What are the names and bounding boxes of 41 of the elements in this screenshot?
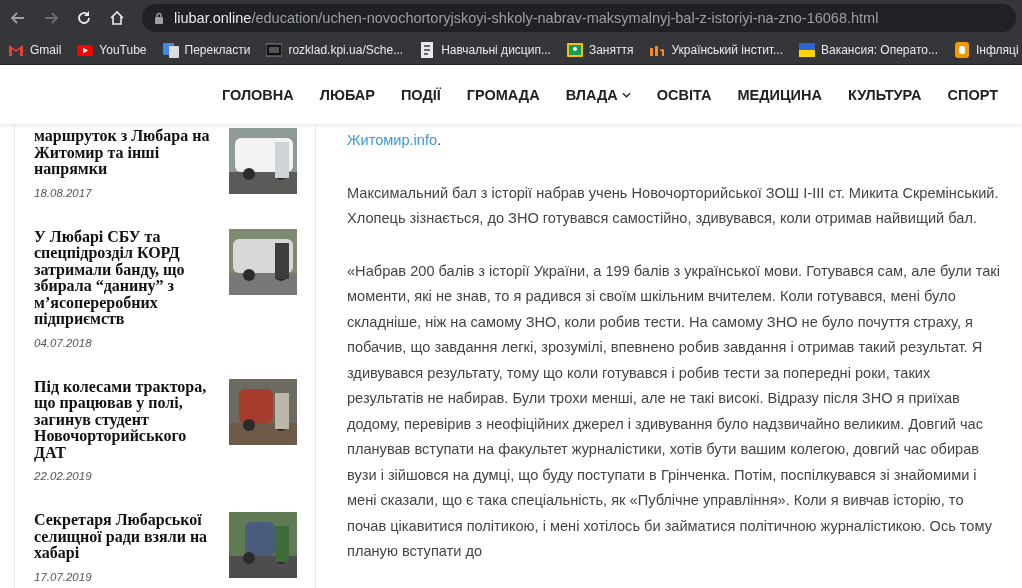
nav-link[interactable]: ВЛАДА (565, 86, 631, 103)
bookmark[interactable]: Вакансия: Операто... (799, 41, 938, 58)
forward-icon[interactable] (43, 9, 59, 26)
doc-icon (419, 41, 436, 58)
article-paragraph: «Набрав 200 балів з історії України, а 199 балів з української мови. Готувався сам, але були такі моменти, які не знав, то я радився зі своїм шкільним вчителем. Коли готувався, мені було складніше, ніж на самому ЗНО, коли робив тести. На самому ЗНО не було почуття страху, я побачив, що завдання легкі, зрозумілі, впевнено робив завдання і отримав такий результат. Я здивувався результату, тому що коли готувався і робив тести за попередні роки, таких результатів не набирав. Були трохи менші, але не такі високі. Відразу після ЗНО я приїхав додому, перевірив з неофіційних джерел і здивування було надзвичайно великим. Довгий час планував вступати на факультет журналістики, хотів бути вашим колегою, довгий час обирав вузи і зійшовся на думці, що буду поступати в Грінченка. Потім, поспілкувався зі знайомими і мені сказали, що є така спеціальність, як «Публічне управління». Коли я вивчав історію, то почав цікавитися політикою, і мені хотілось би займатися політичною журналістикою. Ось тому планую вступати до (347, 261, 1001, 561)
post-title[interactable]: Під колесами трактора, що працював у полі, загинув студент Новочорторийського ДАТ (34, 378, 219, 461)
nav-link[interactable]: ОСВІТА (656, 86, 712, 103)
post-date: 04.07.2018 (34, 336, 93, 349)
bookmark[interactable]: rozklad.kpi.ua/Sche... (266, 41, 404, 58)
nav-link[interactable]: МЕДИЦИНА (737, 86, 822, 103)
bookmark[interactable]: YouTube (77, 41, 147, 58)
post-title[interactable]: Секретаря Любарської селищної ради взяли на хабарі (34, 512, 219, 562)
home-icon[interactable] (109, 9, 125, 26)
punctuation: . (437, 132, 442, 148)
nav-link[interactable]: КУЛЬТУРА (847, 86, 922, 103)
lock-icon (154, 11, 164, 24)
post-date: 18.08.2017 (34, 186, 93, 199)
chevron-icon (621, 91, 631, 98)
bookmark[interactable]: Інфляці (954, 41, 1019, 58)
back-icon[interactable] (10, 9, 26, 26)
bookmark[interactable]: Український інстит... (649, 41, 783, 58)
bookmark[interactable]: Gmail (8, 41, 62, 58)
translate-icon (162, 41, 179, 58)
bookmark[interactable]: Заняття (566, 41, 634, 58)
bookmark[interactable]: Перекласти (162, 41, 251, 58)
reload-icon[interactable] (76, 9, 92, 26)
nav-link[interactable]: СПОРТ (947, 86, 998, 103)
nav-link[interactable]: ГОЛОВНА (221, 86, 294, 103)
flag-icon (799, 41, 815, 58)
classroom-icon (566, 41, 583, 58)
address-bar[interactable]: liubar.online/education/uchen-novochortoryjskoyi-shkoly-nabrav-maksymalnyj-bal-z-istoriyi-na-zno-16068.html (142, 3, 1016, 32)
nav-link[interactable]: ГРОМАДА (466, 86, 540, 103)
article-paragraph: Максимальний бал з історії набрав учень Новочорторийської ЗОШ І-ІІІ ст. Микита Скремінський. Хлопець зізнається, до ЗНО готувався самостійно, здивувався, коли отримав найвищий бал. (347, 183, 1000, 228)
nav-link[interactable]: ПОДІЇ (400, 86, 441, 103)
post-title[interactable]: маршруток з Любара на Житомир та інші напрямки (34, 128, 219, 178)
bookmark[interactable]: Навчальні дисцип... (419, 41, 551, 58)
film-icon (266, 41, 283, 58)
post-date: 22.02.2019 (34, 470, 93, 482)
nav-link[interactable]: ЛЮБАР (319, 86, 375, 103)
post-date: 17.07.2019 (34, 570, 93, 583)
post-title[interactable]: У Любарі СБУ та спецпідрозділ КОРД затримали банду, що збирала “данину” з м’ясопереробних підприємств (34, 228, 219, 328)
